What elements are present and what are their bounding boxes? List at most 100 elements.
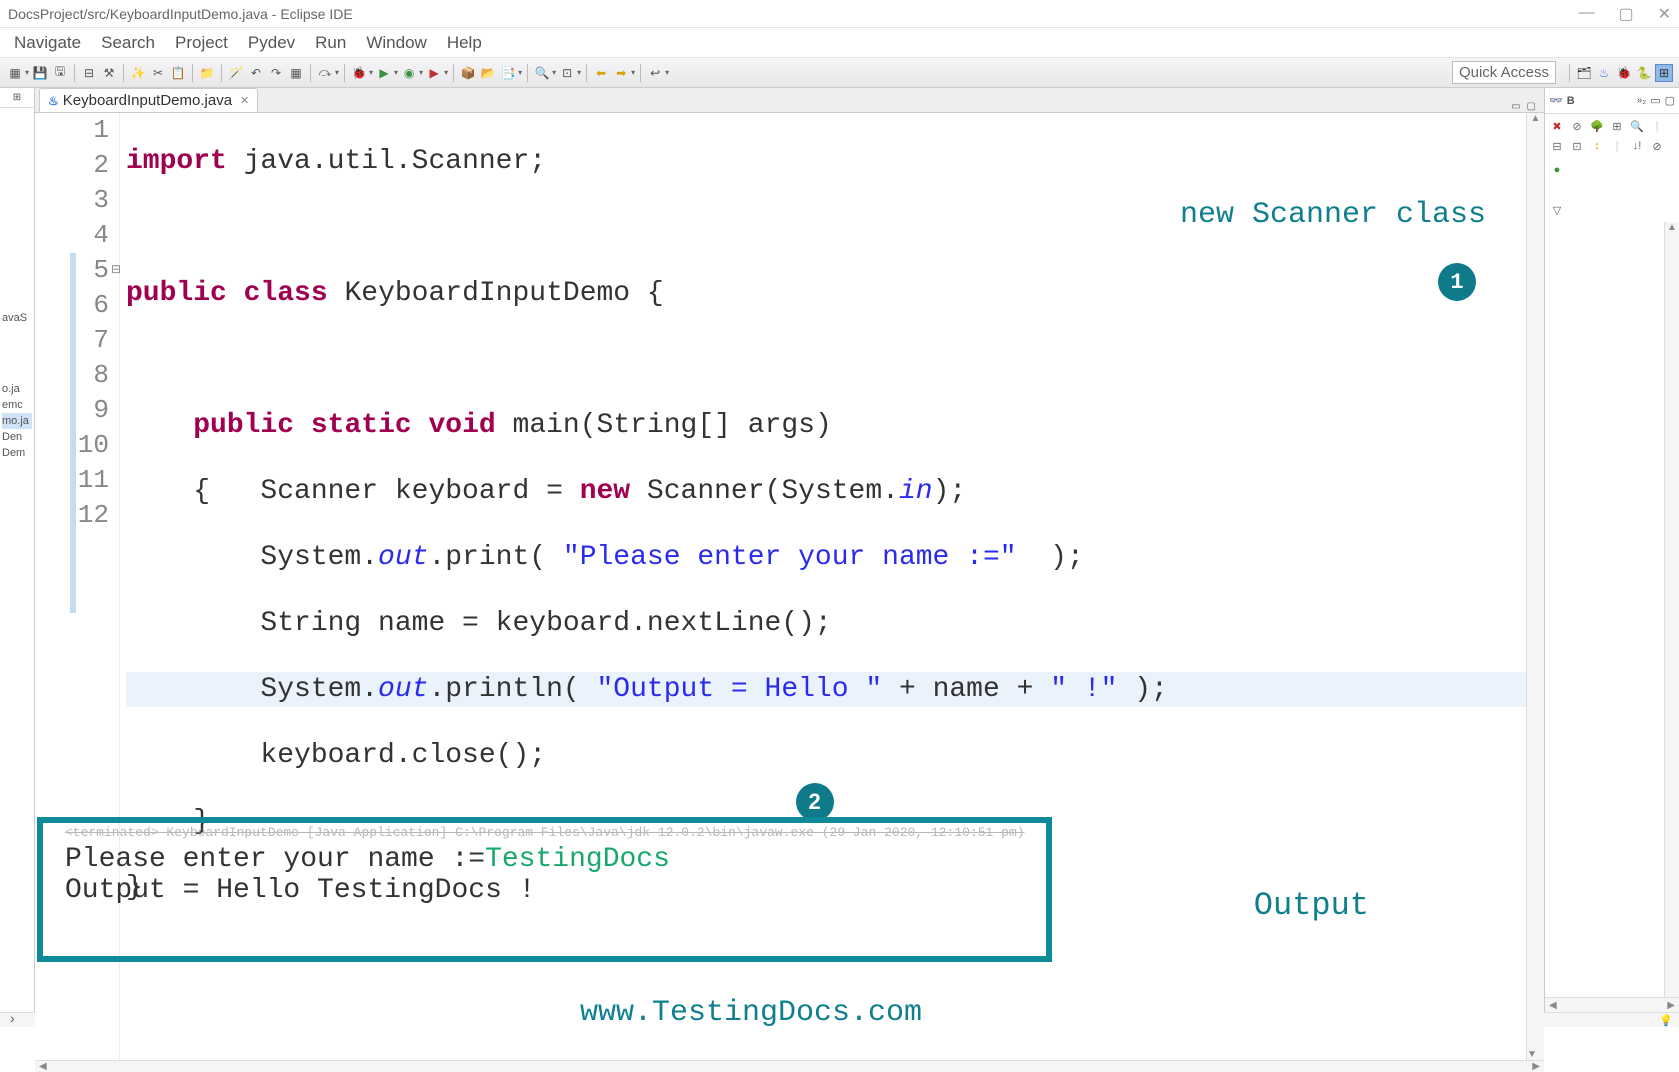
outline-hide2-icon[interactable]: ⊘: [1649, 138, 1665, 154]
title-bar: DocsProject/src/KeyboardInputDemo.java -…: [0, 0, 1679, 28]
paste-icon[interactable]: 📋: [169, 64, 187, 82]
right-sidebar: 👓 B »₂ ▭ ▢ ✖ ⊘ 🌳 ⊞ 🔍 | ⊟ ⊡ ↕ | ↓! ⊘ ● ▽: [1544, 88, 1679, 1012]
side-item[interactable]: o.ja: [2, 381, 32, 397]
minimize-icon[interactable]: —: [1578, 4, 1594, 24]
save-icon[interactable]: 💾: [31, 64, 49, 82]
expand-chevron-icon[interactable]: ›: [10, 1010, 15, 1026]
restore-view-icon[interactable]: ⊞: [0, 88, 34, 108]
outline-menu-icon[interactable]: ▽: [1549, 202, 1565, 218]
menu-run[interactable]: Run: [305, 29, 356, 57]
bottom-panel: ▣ Console ✕ ⊘ Problems ▣ Debug Shell 2 ▭…: [35, 787, 1544, 1012]
menu-navigate[interactable]: Navigate: [4, 29, 91, 57]
outline-expand-icon[interactable]: ⊡: [1569, 138, 1585, 154]
editor-min-icon[interactable]: ▭: [1511, 101, 1520, 112]
tip-bulb-icon[interactable]: 💡: [1659, 1014, 1673, 1027]
close-icon[interactable]: ✕: [1658, 4, 1671, 24]
debug-icon[interactable]: 🐞: [350, 64, 368, 82]
editor-hscrollbar[interactable]: ◀▶: [35, 1060, 1544, 1072]
new-icon[interactable]: ▦: [6, 64, 24, 82]
outline-tabs: 👓 B »₂ ▭ ▢: [1545, 88, 1679, 114]
pick-icon[interactable]: ⊡: [558, 64, 576, 82]
annotation-badge-1: 1: [1438, 263, 1476, 301]
ext-tools-icon[interactable]: ▶: [425, 64, 443, 82]
side-item[interactable]: emc: [2, 397, 32, 413]
annotation-url: www.TestingDocs.com: [580, 996, 922, 1030]
annotation-badge-2: 2: [796, 783, 834, 821]
editor-tab-keyboardinputdemo[interactable]: ♨ KeyboardInputDemo.java ✕: [39, 88, 258, 112]
menu-pydev[interactable]: Pydev: [238, 29, 305, 57]
skip-icon[interactable]: ⤼: [316, 64, 334, 82]
nav-tool-icon[interactable]: 🔍: [533, 64, 551, 82]
outline-hscrollbar[interactable]: ◀▶: [1545, 997, 1679, 1012]
side-item[interactable]: Dem: [2, 445, 32, 461]
maximize-icon[interactable]: ▢: [1618, 4, 1633, 24]
java-persp-icon[interactable]: ♨: [1595, 64, 1613, 82]
last-edit-icon[interactable]: ↩: [646, 64, 664, 82]
undo-icon[interactable]: ↶: [247, 64, 265, 82]
outline-tree-icon[interactable]: 🌳: [1589, 118, 1605, 134]
build-icon[interactable]: ⚒: [100, 64, 118, 82]
quick-access-input[interactable]: Quick Access: [1452, 61, 1556, 84]
wand-icon[interactable]: 🪄: [227, 64, 245, 82]
run-icon[interactable]: ▶: [375, 64, 393, 82]
annotation-new-scanner: new Scanner class: [1180, 198, 1486, 232]
java-file-icon: ♨: [48, 94, 59, 108]
side-javas[interactable]: avaS: [2, 310, 32, 326]
outline-collapse-icon[interactable]: ↕: [1589, 138, 1605, 154]
magic-icon[interactable]: ✨: [129, 64, 147, 82]
outline-class-icon[interactable]: ●: [1549, 162, 1565, 178]
coverage-icon[interactable]: ◉: [400, 64, 418, 82]
outline-b-label: B: [1567, 95, 1575, 107]
type-hier-icon[interactable]: 📑: [499, 64, 517, 82]
pydev-persp-icon[interactable]: 🐍: [1635, 64, 1653, 82]
other-persp-icon[interactable]: ⊞: [1655, 64, 1673, 82]
menu-bar: Navigate Search Project Pydev Run Window…: [0, 28, 1679, 58]
back-icon[interactable]: ⬅: [592, 64, 610, 82]
redo-icon[interactable]: ↷: [267, 64, 285, 82]
fold-ruler: [70, 253, 76, 613]
outline-search-icon[interactable]: 🔍: [1629, 118, 1645, 134]
outline-min-icon[interactable]: ▭: [1650, 94, 1660, 107]
editor-tabs: ♨ KeyboardInputDemo.java ✕ ▭ ▢: [35, 88, 1544, 113]
outline-break-icon[interactable]: ⊘: [1569, 118, 1585, 134]
left-sidebar: ⊞ avaS o.ja emc mo.ja Den Dem: [0, 88, 35, 1012]
new-pkg-icon[interactable]: 📦: [459, 64, 477, 82]
editor-tab-label: KeyboardInputDemo.java: [63, 92, 232, 109]
outline-toolbar2: ● ▽: [1545, 158, 1679, 222]
outline-sort-icon[interactable]: ⊟: [1549, 138, 1565, 154]
console-output[interactable]: <terminated> KeyboardInputDemo [Java App…: [35, 817, 1544, 997]
console-launch-info: <terminated> KeyboardInputDemo [Java App…: [65, 825, 1514, 840]
side-item[interactable]: mo.ja: [2, 413, 32, 429]
workspace: ⊞ avaS o.ja emc mo.ja Den Dem ♨ Keyboard…: [0, 88, 1679, 1012]
menu-search[interactable]: Search: [91, 29, 165, 57]
outline-link-icon[interactable]: »₂: [1637, 95, 1646, 106]
outline-remove-icon[interactable]: ✖: [1549, 118, 1565, 134]
outline-filter-icon[interactable]: ⊞: [1609, 118, 1625, 134]
outline-icon[interactable]: 👓: [1549, 94, 1563, 107]
console-user-input: TestingDocs: [485, 844, 670, 875]
fwd-icon[interactable]: ➡: [612, 64, 630, 82]
save-all-icon[interactable]: 🖫: [51, 64, 69, 82]
menu-window[interactable]: Window: [356, 29, 436, 57]
console-prompt-text: Please enter your name :=: [65, 844, 485, 875]
outline-vscrollbar[interactable]: ▲: [1664, 222, 1679, 997]
grid-icon[interactable]: ▦: [287, 64, 305, 82]
open-type-icon[interactable]: 📂: [479, 64, 497, 82]
cut-icon[interactable]: ✂: [149, 64, 167, 82]
side-item[interactable]: Den: [2, 429, 32, 445]
menu-project[interactable]: Project: [165, 29, 238, 57]
folder-icon[interactable]: 📁: [198, 64, 216, 82]
editor-area: ♨ KeyboardInputDemo.java ✕ ▭ ▢ 1234 5⊟ 6…: [35, 88, 1544, 787]
outline-max-icon[interactable]: ▢: [1665, 94, 1675, 107]
window-title: DocsProject/src/KeyboardInputDemo.java -…: [8, 6, 1578, 22]
tab-close-icon[interactable]: ✕: [240, 94, 249, 107]
open-persp-icon[interactable]: 🗂: [1575, 64, 1593, 82]
outline-hide-icon[interactable]: ↓!: [1629, 138, 1645, 154]
center-area: ♨ KeyboardInputDemo.java ✕ ▭ ▢ 1234 5⊟ 6…: [35, 88, 1544, 1012]
outline-toolbar: ✖ ⊘ 🌳 ⊞ 🔍 | ⊟ ⊡ ↕ | ↓! ⊘: [1545, 114, 1679, 158]
editor-max-icon[interactable]: ▢: [1527, 101, 1536, 112]
debug-persp-icon[interactable]: 🐞: [1615, 64, 1633, 82]
package-explorer-trunc: avaS o.ja emc mo.ja Den Dem: [0, 308, 34, 463]
menu-help[interactable]: Help: [437, 29, 492, 57]
toggle-icon[interactable]: ⊟: [80, 64, 98, 82]
